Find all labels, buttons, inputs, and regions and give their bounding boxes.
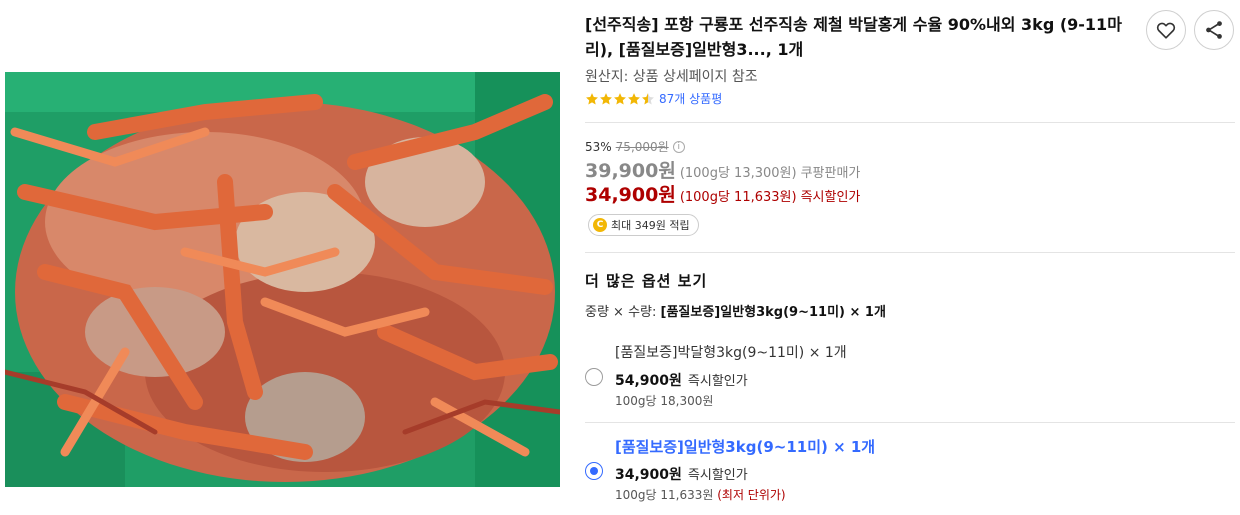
option-summary: 중량 × 수량: [품질보증]일반형3kg(9~11미) × 1개 <box>585 301 886 320</box>
star-icon <box>586 92 598 104</box>
info-icon[interactable]: i <box>672 140 685 153</box>
product-image[interactable] <box>5 72 560 487</box>
discount-row: 53% 75,000원 i <box>585 138 685 155</box>
option-radio[interactable] <box>585 368 603 386</box>
discount-rate: 53% <box>585 139 612 154</box>
option-price-label: 즉시할인가 <box>687 374 748 389</box>
product-info-panel: [선주직송] 포항 구룡포 선주직송 제철 박달홍게 수율 90%내외 3kg … <box>585 0 1235 515</box>
star-icon <box>628 92 640 104</box>
option-name: [품질보증]박달형3kg(9~11미) × 1개 <box>615 345 847 361</box>
option-name: [품질보증]일반형3kg(9~11미) × 1개 <box>615 438 876 456</box>
more-options-title: 더 많은 옵션 보기 <box>585 272 708 290</box>
share-button[interactable] <box>1194 10 1234 50</box>
instant-price-label: 즉시할인가 <box>800 190 861 205</box>
option-price: 54,900원 <box>615 373 682 389</box>
option-unit-price: 100g당 11,633원 <box>615 488 714 502</box>
coin-icon: C <box>593 218 607 232</box>
instant-unit-price: (100g당 11,633원) <box>679 190 797 205</box>
lowest-unit-price-badge: (최저 단위가) <box>717 488 786 502</box>
star-icon <box>600 92 612 104</box>
option-item[interactable]: [품질보증]박달형3kg(9~11미) × 1개 54,900원 즉시할인가 1… <box>585 340 1235 416</box>
original-price: 75,000원 <box>615 140 669 154</box>
option-summary-label: 중량 × 수량: <box>585 305 661 320</box>
option-unit-price: 100g당 18,300원 <box>615 394 714 408</box>
reward-text: 최대 349원 적립 <box>611 219 690 232</box>
instant-price: 34,900원 <box>585 184 676 206</box>
origin-text: 원산지: 상품 상세페이지 참조 <box>585 69 758 85</box>
option-summary-value: [품질보증]일반형3kg(9~11미) × 1개 <box>660 305 886 320</box>
divider <box>585 122 1235 123</box>
option-radio-checked[interactable] <box>585 462 603 480</box>
star-rating <box>585 92 655 106</box>
wishlist-button[interactable] <box>1146 10 1186 50</box>
option-price-row: 54,900원 즉시할인가 <box>615 370 748 390</box>
divider <box>585 422 1235 423</box>
half-star-icon <box>642 92 654 104</box>
crab-photo <box>5 72 560 487</box>
coupang-price-row: 39,900원 (100g당 13,300원) 쿠팡판매가 <box>585 156 860 183</box>
coupang-unit-price: (100g당 13,300원) <box>679 166 797 181</box>
reward-badge[interactable]: C 최대 349원 적립 <box>588 214 699 236</box>
review-count-link[interactable]: 87개 상품평 <box>659 90 722 107</box>
option-item-selected[interactable]: [품질보증]일반형3kg(9~11미) × 1개 34,900원 즉시할인가 1… <box>585 434 1235 510</box>
option-price-row: 34,900원 즉시할인가 <box>615 464 748 484</box>
coupang-price-label: 쿠팡판매가 <box>800 166 861 181</box>
instant-price-row: 34,900원 (100g당 11,633원) 즉시할인가 <box>585 180 860 207</box>
star-icon <box>614 92 626 104</box>
product-title: [선주직송] 포항 구룡포 선주직송 제철 박달홍게 수율 90%내외 3kg … <box>585 15 1122 59</box>
option-unit-price-row: 100g당 11,633원 (최저 단위가) <box>615 486 786 503</box>
share-icon <box>1206 21 1222 39</box>
option-price: 34,900원 <box>615 467 682 483</box>
rating-row: 87개 상품평 <box>585 90 722 107</box>
coupang-price: 39,900원 <box>585 160 676 182</box>
heart-icon <box>1156 22 1176 39</box>
divider <box>585 252 1235 253</box>
option-price-label: 즉시할인가 <box>687 468 748 483</box>
